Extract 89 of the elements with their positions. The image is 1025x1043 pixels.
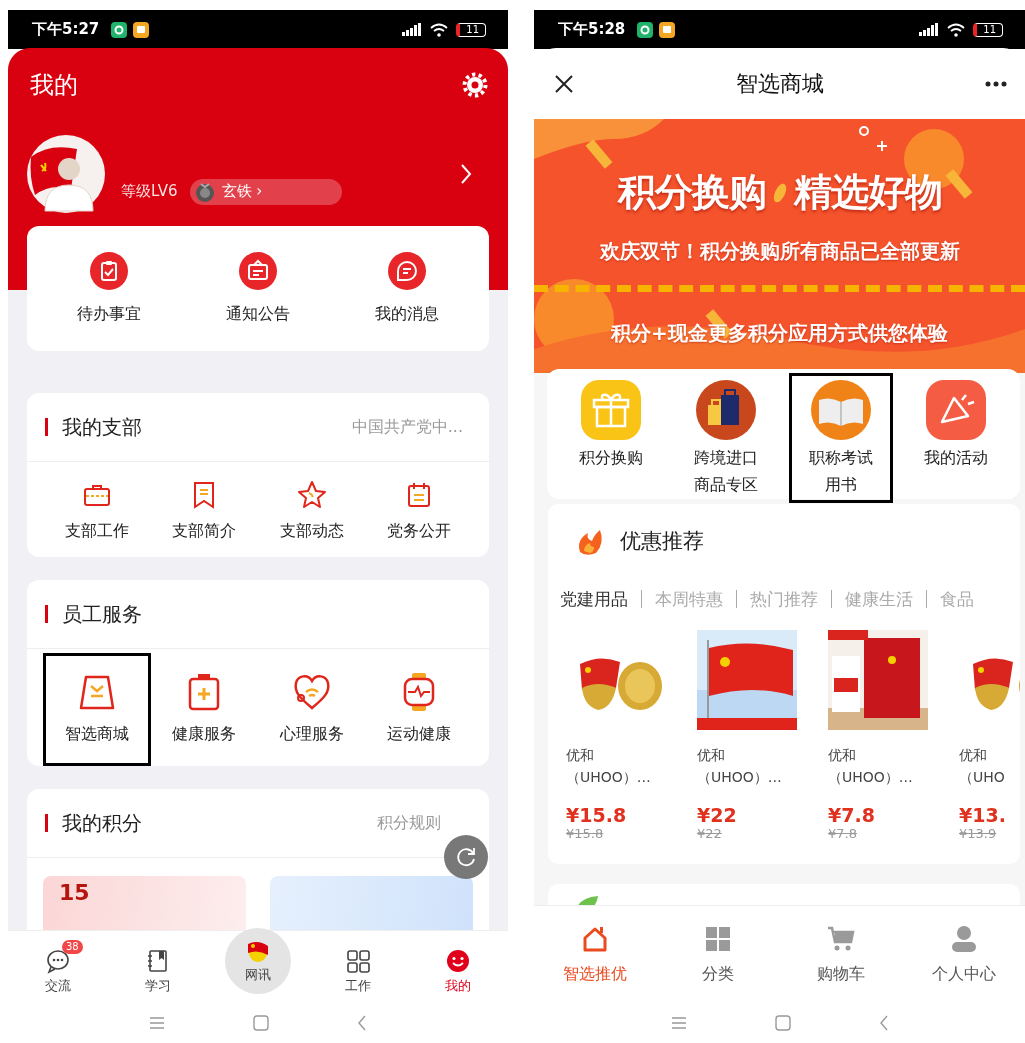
- banner-headline: 积分换购: [617, 169, 766, 216]
- battery-indicator: 11: [456, 22, 486, 37]
- menu-icon[interactable]: [670, 1016, 687, 1030]
- tab[interactable]: 分类: [702, 924, 735, 985]
- home-icon[interactable]: [253, 1015, 269, 1031]
- home-icon[interactable]: [774, 1015, 791, 1031]
- tab[interactable]: 交流 38: [31, 939, 85, 995]
- section-title: 我的积分: [62, 809, 143, 837]
- product-name: 优和（UHOO）…: [566, 746, 651, 787]
- smiley-icon: [445, 947, 471, 974]
- category-item[interactable]: 职称考试用书: [789, 373, 894, 503]
- category-item[interactable]: 我的活动: [904, 373, 1009, 476]
- more-icon[interactable]: [985, 80, 1007, 87]
- app-notification-icon: [111, 21, 128, 38]
- product-name: 优和（UHOO）…: [697, 746, 782, 787]
- app-notification-icon: [637, 21, 654, 38]
- product-price: ¥22: [697, 804, 738, 826]
- service-item[interactable]: 健康服务: [150, 653, 258, 766]
- service-item[interactable]: 党务公开: [365, 466, 473, 557]
- status-time: 下午5:27: [32, 20, 100, 39]
- open-book-icon: [811, 380, 872, 440]
- megaphone-icon: [926, 380, 987, 440]
- tab[interactable]: 购物车: [816, 924, 865, 985]
- rank-badge[interactable]: 玄铁 ›: [189, 178, 342, 205]
- signal-icon: [919, 23, 940, 36]
- chat-bubble-icon: [387, 252, 426, 290]
- medal-icon: [193, 180, 216, 203]
- service-item[interactable]: 支部简介: [150, 466, 258, 557]
- service-item[interactable]: 心理服务: [258, 653, 366, 766]
- refresh-icon: [454, 845, 478, 869]
- original-price: ¥22: [697, 826, 723, 841]
- product-price: ¥15.8: [566, 804, 628, 826]
- chevron-right-icon[interactable]: [460, 162, 472, 185]
- section-title: 我的支部: [62, 413, 143, 441]
- category-item[interactable]: 跨境进口商品专区: [673, 373, 778, 503]
- tab[interactable]: 个人中心: [931, 924, 996, 985]
- unread-badge: 38: [62, 939, 83, 954]
- banner-footer: 积分+现金更多积分应用方式供您体验: [611, 320, 948, 347]
- shortcut-item[interactable]: 我的消息: [346, 252, 467, 325]
- page-title: 我的: [30, 69, 78, 101]
- points-value: 15: [59, 880, 91, 905]
- tab[interactable]: 学习: [131, 939, 185, 995]
- shopping-bags-icon: [695, 380, 756, 440]
- banner-subtitle: 欢庆双节！积分换购所有商品已全部更新: [599, 238, 960, 265]
- level-label: 等级LV6: [121, 182, 178, 201]
- back-icon[interactable]: [357, 1015, 367, 1031]
- battery-indicator: 11: [973, 22, 1003, 37]
- product-name: 优和（UHOO）…: [828, 746, 913, 787]
- original-price: ¥7.8: [828, 826, 858, 841]
- shortcut-item[interactable]: 通知公告: [198, 252, 318, 325]
- section-title: 优惠推荐: [620, 528, 704, 555]
- gift-icon: [580, 380, 641, 440]
- grid-icon: [345, 947, 371, 974]
- page-title: 智选商城: [735, 69, 824, 98]
- wifi-icon: [430, 22, 449, 37]
- settings-icon[interactable]: [462, 71, 488, 98]
- tab[interactable]: 工作: [331, 939, 385, 995]
- star-icon: [295, 479, 328, 511]
- back-icon[interactable]: [878, 1015, 889, 1031]
- product-price: ¥13.: [959, 804, 1007, 826]
- app-notification-icon: [133, 21, 150, 38]
- tab[interactable]: 我的: [431, 939, 485, 995]
- original-price: ¥15.8: [566, 826, 605, 841]
- service-item[interactable]: 智选商城: [43, 653, 151, 766]
- tab[interactable]: 网讯: [225, 928, 291, 994]
- service-item[interactable]: 支部动态: [258, 466, 366, 557]
- tab[interactable]: 智选推优: [563, 924, 628, 985]
- reward-card[interactable]: 15: [43, 876, 246, 930]
- product-name: 优和（UHO: [959, 746, 1005, 787]
- menu-icon[interactable]: [149, 1016, 165, 1030]
- clipboard-check-icon: [90, 252, 129, 290]
- notice-board-icon: [239, 252, 277, 290]
- banner-headline: 精选好物: [793, 169, 942, 216]
- status-time: 下午5:28: [558, 20, 626, 39]
- filter-tab[interactable]: 党建用品: [560, 587, 628, 611]
- service-item[interactable]: 运动健康: [365, 653, 473, 766]
- app-notification-icon: [659, 21, 676, 38]
- accent-bar: [45, 814, 48, 832]
- category-item[interactable]: 积分换购: [558, 373, 663, 476]
- product-price: ¥7.8: [828, 804, 876, 826]
- service-item[interactable]: 支部工作: [43, 466, 151, 557]
- signal-icon: [402, 23, 423, 36]
- section-title: 员工服务: [62, 600, 143, 628]
- close-icon[interactable]: [554, 73, 574, 94]
- accent-bar: [45, 605, 48, 623]
- wifi-icon: [947, 22, 966, 37]
- original-price: ¥13.9: [959, 826, 998, 841]
- accent-bar: [45, 418, 48, 436]
- shortcut-item[interactable]: 待办事宜: [49, 252, 170, 325]
